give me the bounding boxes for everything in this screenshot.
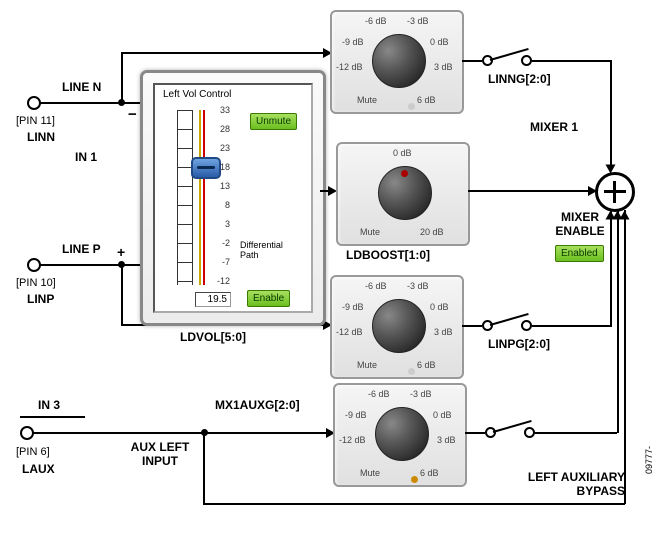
vol-title: Left Vol Control [163, 89, 231, 100]
aux-switch[interactable] [485, 418, 535, 443]
doc-ref: 09777-002 [644, 446, 655, 474]
pin-linp [27, 258, 41, 272]
left-vol-control-panel: Left Vol Control 33 28 23 18 13 8 3 -2 -… [140, 70, 326, 326]
laux-net: LAUX [22, 462, 55, 476]
diff-path-note: Differential Path [240, 240, 300, 260]
linn-net: LINN [27, 130, 55, 144]
vol-value-input[interactable]: 19.5 [195, 292, 231, 307]
linep-label: LINE P [62, 242, 101, 256]
in1-label: IN 1 [75, 150, 97, 164]
mixer-summer [595, 172, 635, 212]
pin-linn [27, 96, 41, 110]
aux-left-input-label: AUX LEFT INPUT [120, 440, 200, 468]
mixer-enabled-button[interactable]: Enabled [555, 245, 604, 262]
unmute-button[interactable]: Unmute [250, 113, 297, 130]
mixer-block-diagram: LINE N [PIN 11] LINN IN 1 − LINE P [PIN … [10, 10, 655, 530]
pin11-label: [PIN 11] [16, 115, 55, 127]
linpg-register: LINPG[2:0] [488, 337, 550, 351]
linp-net: LINP [27, 292, 54, 306]
in3-label: IN 3 [38, 398, 60, 412]
pin10-label: [PIN 10] [16, 277, 56, 289]
linen-sign: − [128, 106, 137, 123]
linen-label: LINE N [62, 80, 101, 94]
arrow-icon [620, 211, 630, 220]
aux-bypass-label: LEFT AUXILIARY BYPASS [490, 470, 625, 498]
mx1auxg-knob[interactable]: -6 dB -3 dB -9 dB 0 dB -12 dB 3 dB Mute … [333, 383, 467, 487]
enable-button[interactable]: Enable [247, 290, 290, 307]
linng-switch[interactable] [482, 46, 532, 71]
linpg-switch[interactable] [482, 311, 532, 336]
ldboost-register: LDBOOST[1:0] [346, 248, 430, 262]
ldboost-knob[interactable]: 0 dB Mute 20 dB [336, 142, 470, 246]
linng-register: LINNG[2:0] [488, 72, 551, 86]
mixer-enable-label: MIXER ENABLE [545, 210, 615, 238]
linep-sign: + [117, 244, 125, 260]
pin6-label: [PIN 6] [16, 446, 50, 458]
linpg-knob[interactable]: -6 dB -3 dB -9 dB 0 dB -12 dB 3 dB Mute … [330, 275, 464, 379]
linng-knob[interactable]: -6 dB -3 dB -9 dB 0 dB -12 dB 3 dB Mute … [330, 10, 464, 114]
mx1auxg-register: MX1AUXG[2:0] [215, 398, 300, 412]
mixer-name: MIXER 1 [530, 120, 578, 134]
ldvol-register: LDVOL[5:0] [180, 330, 246, 344]
